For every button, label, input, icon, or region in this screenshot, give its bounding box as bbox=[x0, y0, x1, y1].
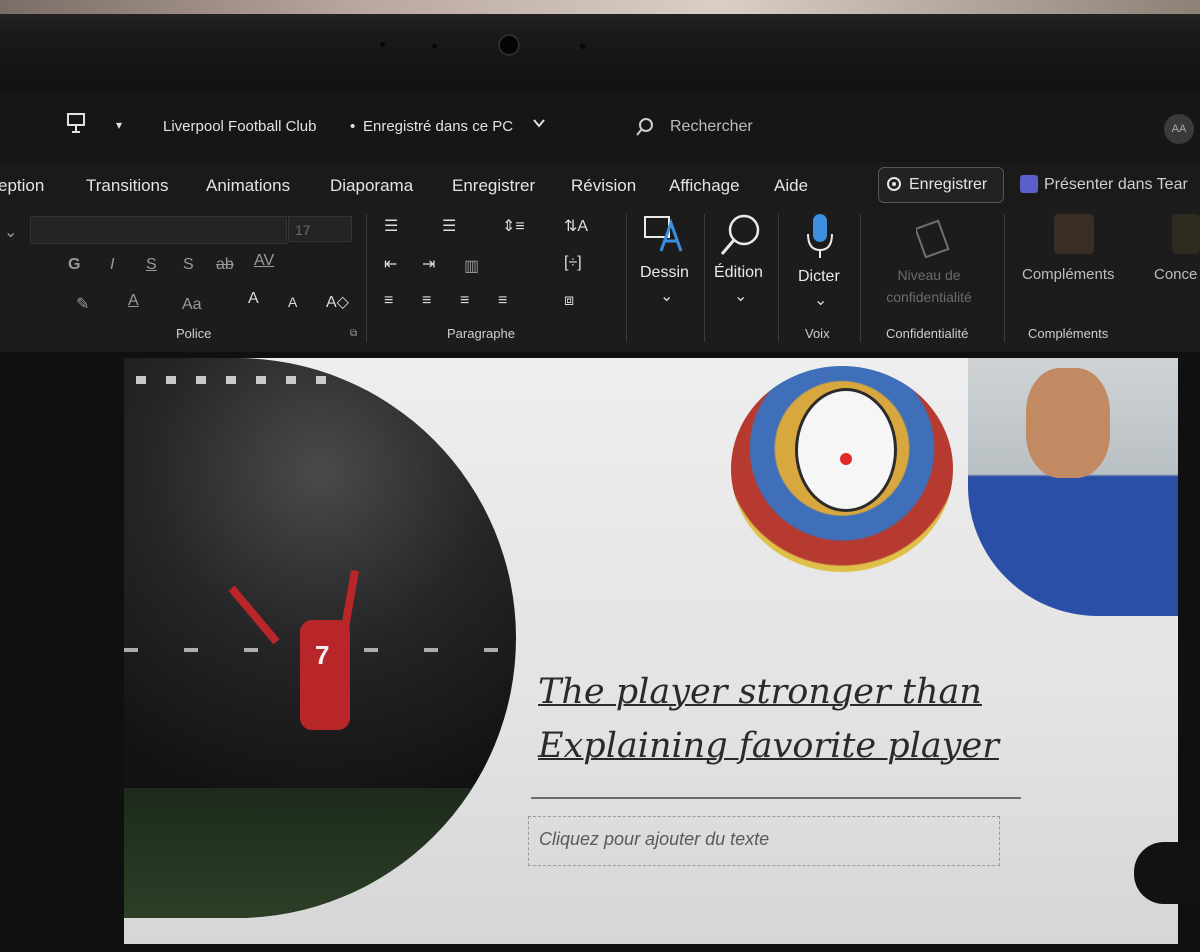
line-spacing-button[interactable]: ⇕≡ bbox=[502, 216, 525, 236]
clown-face bbox=[795, 388, 897, 512]
chevron-down-icon[interactable]: ⌄ bbox=[734, 286, 747, 306]
align-right-button[interactable]: ≡ bbox=[460, 292, 469, 310]
font-color-button[interactable]: A bbox=[128, 292, 139, 310]
group-separator bbox=[860, 214, 861, 342]
dicter-button[interactable]: Dicter bbox=[798, 268, 840, 286]
chevron-down-icon[interactable]: ⌄ bbox=[660, 286, 673, 306]
chevron-down-icon[interactable]: ⌄ bbox=[814, 290, 827, 310]
clown-nose bbox=[840, 453, 852, 465]
strikethrough-button[interactable]: ab bbox=[216, 256, 234, 274]
record-button[interactable]: Enregistrer bbox=[878, 167, 1004, 203]
sensitivity-button[interactable]: Niveau de confidentialité bbox=[874, 264, 984, 308]
teams-icon bbox=[1020, 175, 1038, 193]
group-separator bbox=[626, 214, 627, 342]
grow-font-button[interactable]: A bbox=[248, 290, 259, 308]
clown-photo[interactable] bbox=[731, 366, 953, 572]
underline-button[interactable]: S bbox=[146, 256, 157, 274]
increase-indent-button[interactable]: ⇥ bbox=[422, 254, 435, 274]
background-strip bbox=[0, 0, 1200, 14]
numbering-button[interactable]: ☰ bbox=[442, 216, 456, 236]
smartart-button[interactable]: ⧈ bbox=[564, 292, 574, 310]
group-label-confidentialite: Confidentialité bbox=[886, 326, 969, 341]
tab-aide[interactable]: Aide bbox=[774, 176, 808, 196]
group-label-police: Police bbox=[176, 326, 212, 341]
pitch bbox=[124, 788, 516, 918]
group-label-complements: Compléments bbox=[1028, 326, 1109, 341]
slide-title-line-2[interactable]: Explaining favorite player bbox=[538, 726, 999, 766]
search-input[interactable]: Rechercher bbox=[630, 110, 970, 144]
complements-button[interactable]: Compléments bbox=[1022, 266, 1115, 283]
title-separator: • bbox=[350, 118, 356, 135]
finger-shadow bbox=[1134, 842, 1200, 904]
edition-button[interactable]: Édition bbox=[714, 264, 763, 282]
search-icon bbox=[634, 116, 656, 143]
shadow-button[interactable]: S bbox=[183, 256, 194, 274]
character-spacing-button[interactable]: AV bbox=[254, 252, 274, 270]
draw-icon bbox=[643, 213, 685, 260]
group-separator bbox=[1004, 214, 1005, 342]
present-teams-button[interactable]: Présenter dans Tear bbox=[1044, 176, 1188, 194]
clear-formatting-button[interactable]: A◇ bbox=[326, 292, 349, 312]
tab-affichage[interactable]: Affichage bbox=[669, 176, 740, 196]
subtitle-placeholder[interactable]: Cliquez pour ajouter du texte bbox=[528, 816, 1000, 866]
tab-diaporama[interactable]: Diaporama bbox=[330, 176, 413, 196]
bezel-dot bbox=[580, 44, 585, 49]
dessin-button[interactable]: Dessin bbox=[640, 264, 689, 282]
bezel-dot bbox=[380, 42, 385, 47]
laptop-bezel bbox=[0, 0, 1200, 92]
person-face bbox=[1026, 368, 1110, 478]
sensitivity-icon bbox=[914, 214, 958, 263]
shrink-font-button[interactable]: A bbox=[288, 294, 297, 310]
group-label-voix: Voix bbox=[805, 326, 830, 341]
tab-conception[interactable]: eption bbox=[0, 176, 44, 196]
bezel-dot bbox=[432, 44, 437, 49]
jersey-number: 7 bbox=[315, 640, 330, 670]
search-placeholder: Rechercher bbox=[670, 118, 753, 135]
chevron-down-icon[interactable] bbox=[532, 116, 546, 134]
quick-access-chevron-icon[interactable]: ▾ bbox=[116, 118, 122, 132]
webcam bbox=[500, 36, 518, 54]
addins-icon bbox=[1054, 214, 1094, 254]
tab-enregistrer[interactable]: Enregistrer bbox=[452, 176, 535, 196]
pin-icon[interactable] bbox=[66, 112, 88, 138]
record-label: Enregistrer bbox=[909, 176, 988, 193]
align-left-button[interactable]: ≡ bbox=[384, 292, 393, 310]
player-figure: 7 bbox=[228, 569, 360, 780]
italic-button[interactable]: I bbox=[110, 256, 114, 274]
columns-button[interactable]: ▥ bbox=[464, 256, 479, 276]
bold-button[interactable]: G bbox=[68, 256, 80, 274]
jersey bbox=[300, 620, 350, 730]
align-text-button[interactable]: [÷] bbox=[564, 254, 582, 272]
document-title: Liverpool Football Club bbox=[163, 118, 317, 135]
designer-button[interactable]: Conce bbox=[1154, 266, 1197, 283]
group-separator bbox=[778, 214, 779, 342]
magnifier-icon bbox=[716, 212, 764, 263]
dialog-launcher-icon[interactable]: ⧉ bbox=[350, 328, 357, 339]
font-size-input[interactable]: 17 bbox=[288, 216, 352, 242]
title-underline-rule bbox=[531, 797, 1021, 799]
tab-animations[interactable]: Animations bbox=[206, 176, 290, 196]
tab-transitions[interactable]: Transitions bbox=[86, 176, 169, 196]
avatar[interactable]: AA bbox=[1164, 114, 1194, 144]
group-label-paragraphe: Paragraphe bbox=[447, 326, 515, 341]
group-separator bbox=[704, 214, 705, 342]
microphone-icon bbox=[804, 212, 836, 267]
justify-button[interactable]: ≡ bbox=[498, 292, 507, 310]
slide-title-line-1[interactable]: The player stronger than bbox=[538, 672, 982, 712]
dropdown-chevron-icon[interactable]: ⌄ bbox=[4, 222, 17, 242]
bullets-button[interactable]: ☰ bbox=[384, 216, 398, 236]
designer-icon bbox=[1172, 214, 1200, 254]
record-icon bbox=[887, 177, 901, 191]
decrease-indent-button[interactable]: ⇤ bbox=[384, 254, 397, 274]
highlight-icon[interactable]: ✎ bbox=[76, 294, 89, 314]
group-separator bbox=[366, 214, 367, 342]
stadium-lights bbox=[136, 376, 336, 384]
tab-revision[interactable]: Révision bbox=[571, 176, 636, 196]
align-center-button[interactable]: ≡ bbox=[422, 292, 431, 310]
save-status[interactable]: Enregistré dans ce PC bbox=[363, 118, 513, 135]
subtitle-placeholder-text: Cliquez pour ajouter du texte bbox=[539, 829, 770, 849]
text-direction-button[interactable]: ⇅A bbox=[564, 216, 588, 236]
change-case-button[interactable]: Aa bbox=[182, 296, 202, 314]
font-name-input[interactable] bbox=[30, 216, 287, 244]
